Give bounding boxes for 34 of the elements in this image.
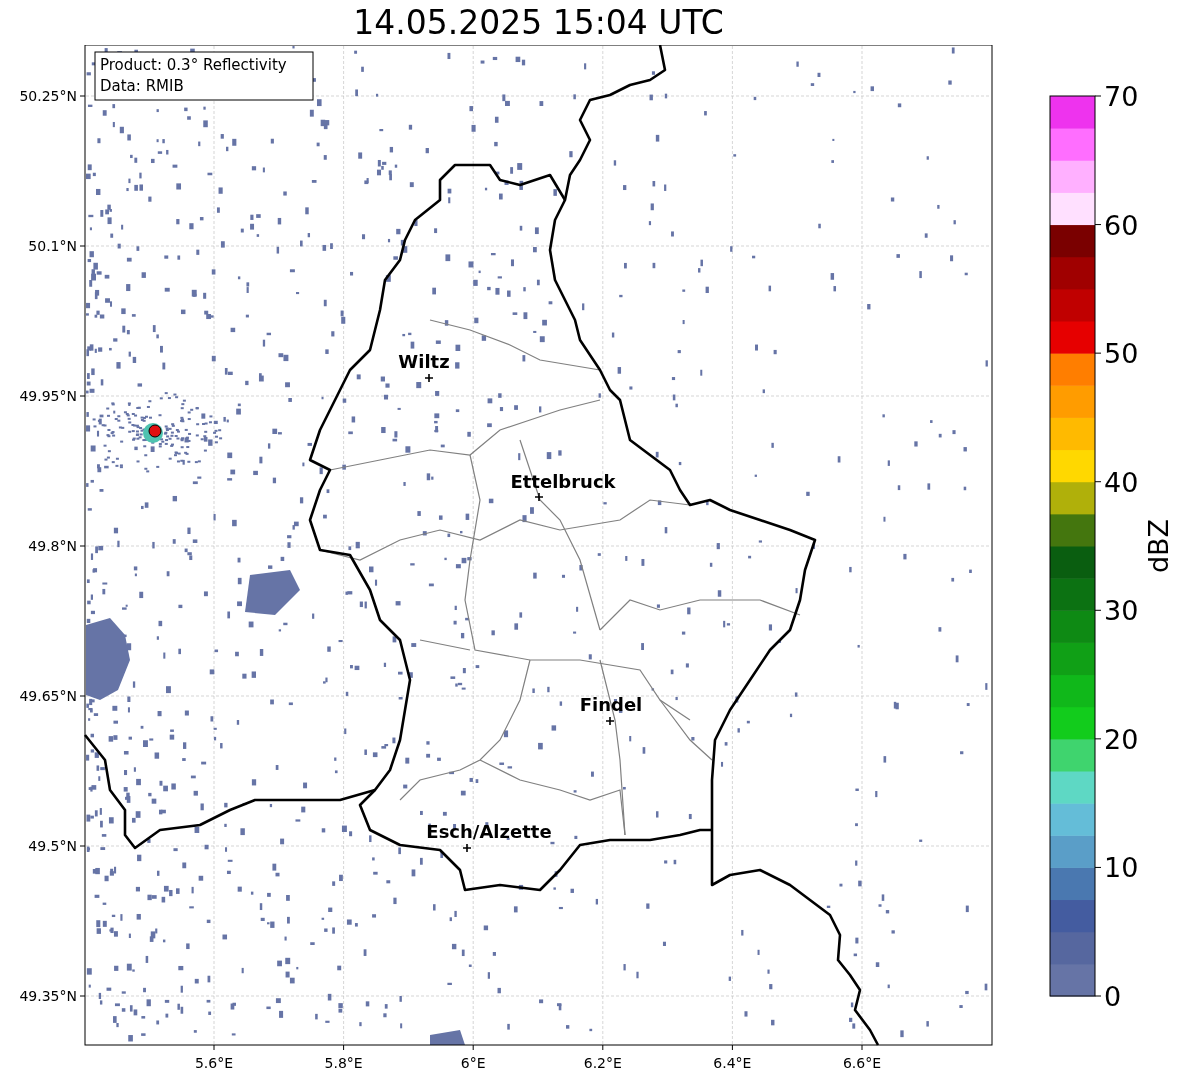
latitude-tick-label: 49.65°N	[19, 688, 77, 704]
latitude-tick-label: 50.1°N	[28, 238, 77, 254]
info-text: Data: RMIB	[100, 77, 184, 95]
city-label: Esch/Alzette	[426, 821, 552, 842]
info-text: Product: 0.3° Reflectivity	[100, 56, 287, 74]
latitude-tick-label: 50.25°N	[19, 88, 77, 104]
colorbar-tick-label: 70	[1104, 81, 1139, 112]
radar-site-marker	[143, 423, 163, 443]
longitude-tick-label: 6.2°E	[583, 1055, 622, 1071]
latitude-tick-label: 49.35°N	[19, 988, 77, 1004]
longitude-tick-label: 6°E	[460, 1055, 486, 1071]
latitude-tick-label: 49.5°N	[28, 838, 77, 854]
chart-title: 14.05.2025 15:04 UTC	[353, 6, 724, 39]
longitude-tick-label: 5.6°E	[194, 1055, 234, 1071]
latitude-tick-label: 49.95°N	[19, 388, 77, 404]
city-marker-icon	[462, 843, 472, 853]
colorbar-axis-label: dBZ	[1143, 518, 1174, 574]
colorbar-tick-label: 40	[1104, 466, 1139, 498]
city-label: Ettelbruck	[510, 471, 616, 492]
longitude-tick-label: 5.8°E	[324, 1055, 363, 1071]
city-marker-icon	[605, 716, 615, 726]
colorbar-tick-label: 10	[1104, 852, 1139, 884]
colorbar-tick-label: 30	[1104, 595, 1139, 627]
longitude-tick-label: 6.6°E	[842, 1055, 882, 1071]
colorbar-tick-label: 0	[1104, 981, 1122, 1012]
latitude-tick-label: 49.8°N	[28, 538, 77, 554]
city-label: Findel	[579, 694, 643, 715]
colorbar-tick-label: 20	[1104, 723, 1139, 755]
colorbar-tick-label: 60	[1104, 209, 1139, 241]
colorbar-tick-label: 50	[1104, 338, 1139, 370]
city-marker-icon	[424, 373, 434, 383]
city-label: Wiltz	[398, 351, 450, 372]
city-marker-icon	[534, 492, 544, 502]
longitude-tick-label: 6.4°E	[713, 1055, 752, 1071]
